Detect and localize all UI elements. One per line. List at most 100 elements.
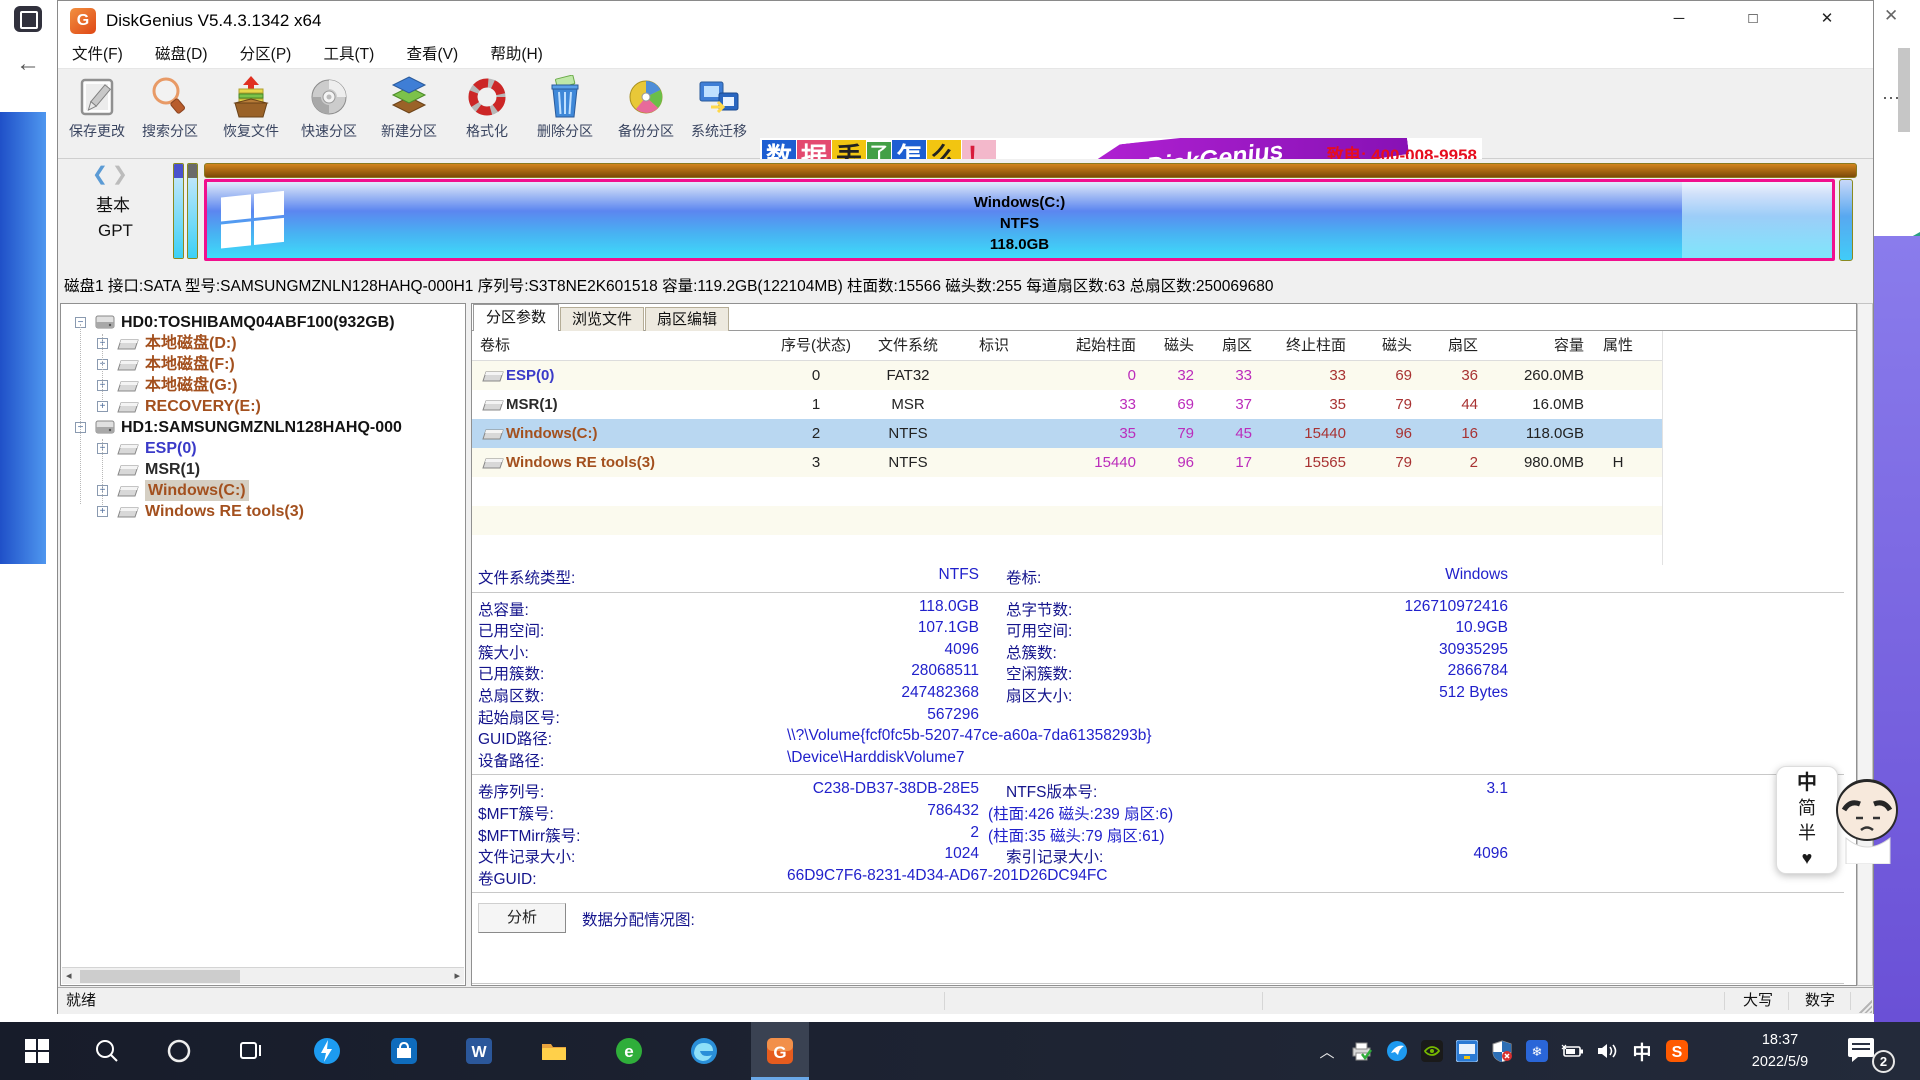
partition-bar-msr[interactable] xyxy=(187,163,198,259)
partition-bar-re-tools[interactable] xyxy=(1839,179,1853,261)
column-header[interactable]: 属性 xyxy=(1588,331,1648,361)
format-ring-icon xyxy=(465,75,509,119)
disk-nav-arrows[interactable]: ❮❯ xyxy=(92,163,128,186)
sogou-ime-panel[interactable]: 中简半♥ xyxy=(1776,766,1838,874)
disk-header-bar[interactable] xyxy=(204,163,1857,178)
tray-dingtalk-icon[interactable] xyxy=(1386,1040,1408,1062)
column-header[interactable]: 卷标 xyxy=(480,331,770,361)
column-header[interactable]: 终止柱面 xyxy=(1256,331,1346,361)
column-header[interactable]: 文件系统 xyxy=(864,331,952,361)
expand-icon[interactable]: + xyxy=(97,506,108,517)
partition-row-msr-1-[interactable]: MSR(1)1MSR33693735794416.0MB xyxy=(472,390,1662,419)
delete-partition-button[interactable]: 删除分区 xyxy=(528,73,602,155)
column-header[interactable]: 磁头 xyxy=(1140,331,1194,361)
back-arrow-icon[interactable]: ← xyxy=(16,50,40,78)
minimize-button[interactable]: ─ xyxy=(1655,1,1703,37)
background-app-icon[interactable] xyxy=(14,6,42,32)
menu-help[interactable]: 帮助(H) xyxy=(476,41,557,69)
cell-attr: H xyxy=(1588,448,1648,477)
tray-chevron-up-icon[interactable]: ︿ xyxy=(1316,1040,1338,1062)
cell-eh: 96 xyxy=(1350,419,1412,448)
task-view-button[interactable] xyxy=(222,1022,280,1080)
partition-row-windows-re-tools-3-[interactable]: Windows RE tools(3)3NTFS1544096171556579… xyxy=(472,448,1662,477)
menu-disk[interactable]: 磁盘(D) xyxy=(141,41,222,69)
recover-files-icon xyxy=(229,75,273,119)
diskgenius-taskbar-icon: G xyxy=(766,1037,794,1065)
column-header[interactable]: 扇区 xyxy=(1198,331,1252,361)
column-header[interactable]: 起始柱面 xyxy=(1036,331,1136,361)
taskbar-app-word[interactable]: W xyxy=(450,1022,508,1080)
ime-panel-item[interactable]: 半 xyxy=(1777,821,1837,846)
taskbar-app-thunder[interactable] xyxy=(298,1022,356,1080)
next-disk-icon[interactable]: ❯ xyxy=(112,164,128,185)
expand-icon[interactable]: + xyxy=(97,401,108,412)
new-partition-button[interactable]: 新建分区 xyxy=(372,73,446,155)
system-migration-button[interactable]: 系统迁移 xyxy=(682,73,756,155)
start-button[interactable] xyxy=(8,1022,66,1080)
column-header[interactable]: 磁头 xyxy=(1350,331,1412,361)
tray-volume-icon[interactable] xyxy=(1596,1040,1618,1062)
partition-bar-windows-c[interactable]: Windows(C:) NTFS 118.0GB xyxy=(204,179,1835,261)
background-close-icon[interactable]: ✕ xyxy=(1884,6,1898,26)
taskbar-file-explorer[interactable] xyxy=(525,1022,583,1080)
taskbar-app-store[interactable] xyxy=(375,1022,433,1080)
menu-view[interactable]: 查看(V) xyxy=(392,41,472,69)
tray-security-shield-icon[interactable] xyxy=(1491,1040,1513,1062)
analyze-button[interactable]: 分析 xyxy=(478,903,566,933)
taskbar-app-browser360[interactable]: e xyxy=(600,1022,658,1080)
partition-icon xyxy=(117,462,139,483)
save-changes-button[interactable]: 保存更改 xyxy=(60,73,134,155)
recover-files-button[interactable]: 恢复文件 xyxy=(214,73,288,155)
cortana-button[interactable] xyxy=(150,1022,208,1080)
panel-vertical-scrollbar[interactable] xyxy=(1857,303,1873,986)
maximize-button[interactable]: □ xyxy=(1729,1,1777,37)
tray-ime-indicator[interactable]: 中 xyxy=(1631,1040,1653,1062)
edge-icon xyxy=(690,1037,718,1065)
tray-battery-icon[interactable] xyxy=(1561,1040,1583,1062)
tray-nvidia-icon[interactable] xyxy=(1421,1040,1443,1062)
scroll-right-icon[interactable]: ▸ xyxy=(454,969,460,982)
prev-disk-icon[interactable]: ❮ xyxy=(92,164,108,185)
tree-horizontal-scrollbar[interactable]: ◂ ▸ xyxy=(62,967,464,984)
quick-partition-button[interactable]: 快速分区 xyxy=(292,73,366,155)
partition-icon xyxy=(117,504,139,525)
backup-partition-button[interactable]: 备份分区 xyxy=(609,73,683,155)
ime-panel-item[interactable]: 简 xyxy=(1777,796,1837,821)
tab-partition-params[interactable]: 分区参数 xyxy=(473,304,559,331)
scrollbar-thumb[interactable] xyxy=(80,970,240,983)
tab-sector-edit[interactable]: 扇区编辑 xyxy=(645,307,729,331)
tray-snowflake-icon[interactable]: ❄ xyxy=(1526,1040,1548,1062)
column-header[interactable]: 扇区 xyxy=(1416,331,1478,361)
partition-icon xyxy=(482,399,504,416)
close-button[interactable]: ✕ xyxy=(1803,1,1851,37)
menu-file[interactable]: 文件(F) xyxy=(58,41,137,69)
tab-browse-files[interactable]: 浏览文件 xyxy=(560,307,644,331)
taskbar-app-diskgenius[interactable]: G xyxy=(751,1022,809,1080)
resize-grip[interactable] xyxy=(1859,1000,1872,1013)
menu-partition[interactable]: 分区(P) xyxy=(226,41,306,69)
tray-printer-icon[interactable] xyxy=(1351,1040,1373,1062)
tray-sogou-icon[interactable]: S xyxy=(1666,1040,1688,1062)
format-button[interactable]: 格式化 xyxy=(450,73,524,155)
tray-intel-graphics-icon[interactable] xyxy=(1456,1040,1478,1062)
menu-tools[interactable]: 工具(T) xyxy=(310,41,389,69)
column-header[interactable]: 序号(状态) xyxy=(772,331,860,361)
partition-bar-esp[interactable] xyxy=(173,163,184,259)
cell-es: 44 xyxy=(1416,390,1478,419)
search-partition-button[interactable]: 搜索分区 xyxy=(133,73,207,155)
taskbar-clock[interactable]: 18:37 2022/5/9 xyxy=(1732,1029,1828,1073)
taskbar-app-edge[interactable] xyxy=(675,1022,733,1080)
column-header[interactable]: 标识 xyxy=(956,331,1032,361)
migrate-icon xyxy=(697,75,741,119)
clock-date: 2022/5/9 xyxy=(1732,1051,1828,1073)
scroll-left-icon[interactable]: ◂ xyxy=(66,969,72,982)
column-header[interactable]: 容量 xyxy=(1482,331,1584,361)
ime-panel-item[interactable]: ♥ xyxy=(1777,846,1837,871)
taskbar-search-button[interactable] xyxy=(78,1022,136,1080)
ime-panel-item[interactable]: 中 xyxy=(1777,771,1837,796)
partition-row-windows-c-[interactable]: Windows(C:)2NTFS357945154409616118.0GB xyxy=(472,419,1662,448)
partition-row-esp-0-[interactable]: ESP(0)0FAT3203233336936260.0MB xyxy=(472,361,1662,390)
svg-text:❄: ❄ xyxy=(1532,1044,1543,1059)
taskbar: W e G ︿ ❄ xyxy=(0,1022,1920,1080)
background-scrollbar[interactable] xyxy=(1898,48,1910,132)
